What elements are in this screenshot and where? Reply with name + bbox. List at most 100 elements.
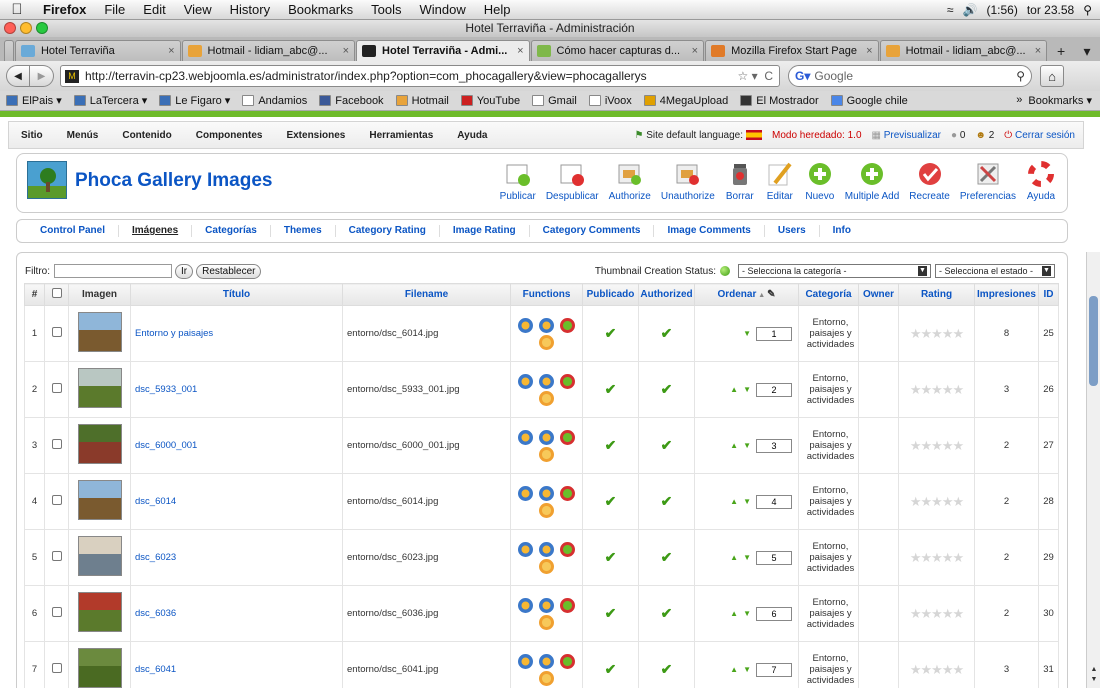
- rotate-right-icon[interactable]: [539, 373, 554, 389]
- search-box[interactable]: G▾ Google ⚲: [788, 65, 1032, 87]
- order-input[interactable]: [756, 382, 792, 397]
- rotate-left-icon[interactable]: [518, 485, 533, 501]
- menu-contenido[interactable]: Contenido: [110, 130, 183, 141]
- browser-tab[interactable]: Hotmail - lidiam_abc@... ×: [879, 40, 1048, 61]
- image-title-link[interactable]: dsc_6014: [135, 496, 176, 507]
- category-link[interactable]: Entorno, paisajes y actividades: [798, 361, 859, 418]
- browser-tab[interactable]: Mozilla Firefox Start Page ×: [705, 40, 879, 61]
- image-thumbnail[interactable]: [77, 536, 122, 576]
- browser-tab[interactable]: Hotel Terraviña ×: [14, 40, 181, 61]
- logout-link[interactable]: ⏻ Cerrar sesión: [1004, 130, 1075, 141]
- column-header[interactable]: Título: [130, 283, 343, 306]
- image-title-link[interactable]: dsc_5933_001: [135, 384, 197, 395]
- category-link[interactable]: Entorno, paisajes y actividades: [798, 473, 859, 530]
- bookmark-item[interactable]: Hotmail: [395, 94, 449, 107]
- search-icon[interactable]: ⚲: [1016, 69, 1025, 83]
- move-up-icon[interactable]: ▲: [730, 441, 738, 450]
- battery-status[interactable]: (1:56): [986, 3, 1017, 17]
- close-tab-icon[interactable]: ×: [1035, 45, 1041, 57]
- forward-button[interactable]: ▶: [30, 65, 54, 87]
- toolbar-despublicar-button[interactable]: Despublicar: [541, 160, 604, 202]
- submenu-image-comments[interactable]: Image Comments: [654, 225, 765, 237]
- google-search-engine-icon[interactable]: G▾: [795, 69, 810, 83]
- edit-image-icon[interactable]: [539, 390, 554, 406]
- move-down-icon[interactable]: ▼: [743, 665, 751, 674]
- image-title-link[interactable]: dsc_6023: [135, 552, 176, 563]
- toolbar-ayuda-button[interactable]: Ayuda: [1021, 160, 1061, 202]
- move-up-icon[interactable]: ▲: [730, 553, 738, 562]
- column-header[interactable]: Categoría: [798, 283, 859, 306]
- column-header[interactable]: [44, 283, 69, 306]
- order-input[interactable]: [756, 494, 792, 509]
- image-thumbnail[interactable]: [77, 592, 122, 632]
- menu-bookmarks[interactable]: Bookmarks: [279, 2, 362, 17]
- menu-edit[interactable]: Edit: [134, 2, 174, 17]
- recreate-thumbnail-icon[interactable]: [560, 485, 575, 501]
- move-down-icon[interactable]: ▼: [743, 553, 751, 562]
- published-check-icon[interactable]: ✔: [605, 437, 617, 453]
- spotlight-icon[interactable]: ⚲: [1083, 3, 1092, 17]
- submenu-image-rating[interactable]: Image Rating: [440, 225, 530, 237]
- column-header[interactable]: Owner: [858, 283, 899, 306]
- rotate-right-icon[interactable]: [539, 653, 554, 669]
- browser-tab[interactable]: Cómo hacer capturas d... ×: [530, 40, 705, 61]
- category-link[interactable]: Entorno, paisajes y actividades: [798, 585, 859, 642]
- messages-count[interactable]: ● 0: [951, 130, 965, 141]
- menu-history[interactable]: History: [221, 2, 279, 17]
- submenu-categorías[interactable]: Categorías: [192, 225, 271, 237]
- url-bar[interactable]: M http://terravin-cp23.webjoomla.es/admi…: [60, 65, 780, 87]
- published-check-icon[interactable]: ✔: [605, 381, 617, 397]
- reset-button[interactable]: Restablecer: [196, 263, 262, 279]
- state-select[interactable]: - Selecciona el estado - ▼: [935, 264, 1055, 278]
- order-input[interactable]: [756, 662, 792, 677]
- tab-overflow[interactable]: [4, 40, 14, 61]
- minimize-window-button[interactable]: [20, 22, 32, 34]
- column-header[interactable]: Filename: [342, 283, 511, 306]
- row-checkbox[interactable]: [51, 663, 62, 673]
- bookmark-star-icon[interactable]: ☆ ▾ C: [738, 69, 779, 83]
- sort-asc-icon[interactable]: ▲: [756, 292, 767, 299]
- toolbar-nuevo-button[interactable]: Nuevo: [800, 160, 840, 202]
- bookmark-item[interactable]: Andamios: [242, 94, 307, 107]
- app-menu[interactable]: Firefox: [34, 2, 95, 17]
- image-thumbnail[interactable]: [77, 312, 122, 352]
- back-button[interactable]: ◀: [6, 65, 30, 87]
- recreate-thumbnail-icon[interactable]: [560, 541, 575, 557]
- column-header[interactable]: Publicado: [582, 283, 639, 306]
- column-header[interactable]: Authorized: [638, 283, 695, 306]
- rotate-left-icon[interactable]: [518, 429, 533, 445]
- status-ok-icon[interactable]: [720, 266, 730, 276]
- column-header[interactable]: Rating: [898, 283, 975, 306]
- close-tab-icon[interactable]: ×: [866, 45, 872, 57]
- row-checkbox[interactable]: [51, 439, 62, 449]
- menu-file[interactable]: File: [95, 2, 134, 17]
- rotate-left-icon[interactable]: [518, 541, 533, 557]
- authorized-check-icon[interactable]: ✔: [661, 549, 673, 565]
- save-order-icon[interactable]: ✎: [767, 289, 775, 300]
- tab-list-button[interactable]: ▾: [1074, 41, 1100, 61]
- clock[interactable]: tor 23.58: [1027, 3, 1074, 17]
- home-button[interactable]: ⌂: [1040, 65, 1064, 87]
- volume-icon[interactable]: 🔊: [963, 3, 978, 17]
- recreate-thumbnail-icon[interactable]: [560, 653, 575, 669]
- submenu-control-panel[interactable]: Control Panel: [27, 225, 120, 237]
- move-down-icon[interactable]: ▼: [743, 609, 751, 618]
- page-scrollbar[interactable]: ▲ ▼: [1086, 252, 1100, 688]
- bookmark-item[interactable]: Gmail: [532, 94, 577, 107]
- authorized-check-icon[interactable]: ✔: [661, 325, 673, 341]
- edit-image-icon[interactable]: [539, 670, 554, 686]
- recreate-thumbnail-icon[interactable]: [560, 429, 575, 445]
- order-input[interactable]: [756, 326, 792, 341]
- authorized-check-icon[interactable]: ✔: [661, 437, 673, 453]
- toolbar-publicar-button[interactable]: Publicar: [495, 160, 541, 202]
- bookmark-item[interactable]: YouTube: [460, 94, 520, 107]
- bookmark-item[interactable]: Google chile: [830, 94, 908, 107]
- authorized-check-icon[interactable]: ✔: [661, 605, 673, 621]
- category-select[interactable]: - Selecciona la categoría - ▼: [738, 264, 931, 278]
- published-check-icon[interactable]: ✔: [605, 325, 617, 341]
- column-header[interactable]: Functions: [510, 283, 583, 306]
- move-down-icon[interactable]: ▼: [743, 497, 751, 506]
- toolbar-unauthorize-button[interactable]: Unauthorize: [656, 160, 720, 202]
- image-title-link[interactable]: dsc_6041: [135, 664, 176, 675]
- toolbar-recreate-button[interactable]: Recreate: [904, 160, 955, 202]
